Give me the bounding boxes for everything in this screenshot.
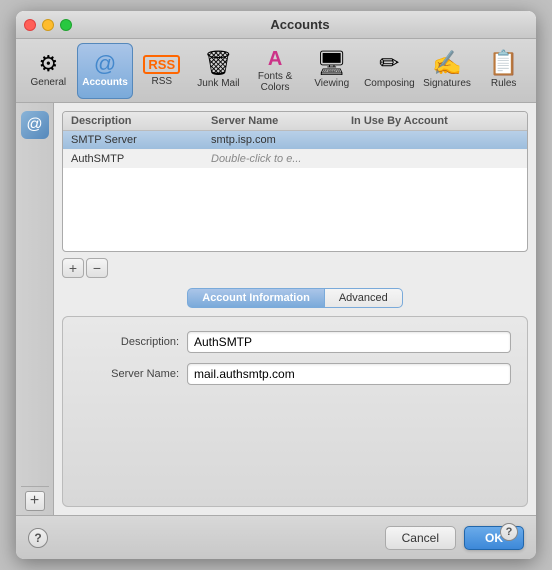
sidebar-bottom: + [21,486,49,515]
toolbar-fonts-colors-label: Fonts & Colors [251,71,300,93]
rules-icon: 📋 [489,52,519,76]
toolbar-viewing[interactable]: 🖥 Viewing [303,43,360,99]
col-header-inuse: In Use By Account [351,115,519,127]
toolbar-fonts-colors[interactable]: A Fonts & Colors [247,43,304,99]
toolbar-rules-label: Rules [491,78,517,89]
rss-icon: RSS [143,55,180,74]
tab-bar: Account Information Advanced [62,288,528,308]
toolbar-junk-mail[interactable]: 🗑 Junk Mail [190,43,247,99]
toolbar-junk-mail-label: Junk Mail [197,78,239,89]
toolbar-rss[interactable]: RSS RSS [133,43,190,99]
toolbar-rules[interactable]: 📋 Rules [475,43,532,99]
tab-advanced[interactable]: Advanced [325,288,403,308]
smtp-table-body: SMTP Server smtp.isp.com AuthSMTP Double… [63,131,527,251]
toolbar-accounts[interactable]: @ Accounts [77,43,134,99]
main-window: Accounts ⚙ General @ Accounts RSS RSS 🗑 … [16,11,536,559]
toolbar-signatures[interactable]: ✍ Signatures [419,43,476,99]
table-row[interactable]: SMTP Server smtp.isp.com [63,131,527,150]
form-panel: Description: Server Name: [62,316,528,507]
minimize-button[interactable] [42,19,54,31]
sidebar-account-icon[interactable]: @ [21,111,49,139]
tab-account-information[interactable]: Account Information [187,288,325,308]
close-button[interactable] [24,19,36,31]
junk-mail-icon: 🗑 [203,52,233,76]
toolbar-general-label: General [31,77,67,88]
add-smtp-button[interactable]: + [62,258,84,278]
toolbar: ⚙ General @ Accounts RSS RSS 🗑 Junk Mail… [16,39,536,103]
maximize-button[interactable] [60,19,72,31]
row-server: Double-click to e... [211,153,351,165]
add-remove-buttons: + − [62,258,528,278]
toolbar-composing-label: Composing [364,78,415,89]
smtp-table: Description Server Name In Use By Accoun… [62,111,528,252]
viewing-icon: 🖥 [317,52,347,76]
general-icon: ⚙ [38,53,58,75]
table-row[interactable]: AuthSMTP Double-click to e... [63,150,527,168]
description-label: Description: [79,336,179,348]
smtp-table-header: Description Server Name In Use By Accoun… [63,112,527,131]
server-name-label: Server Name: [79,368,179,380]
main-content: @ + Description Server Name In Use By Ac… [16,103,536,515]
description-row: Description: [79,331,511,353]
signatures-icon: ✍ [432,52,462,76]
server-name-row: Server Name: [79,363,511,385]
row-description: SMTP Server [71,134,211,146]
row-inuse [351,153,519,165]
right-help-button[interactable]: ? [500,523,518,541]
toolbar-accounts-label: Accounts [82,77,128,88]
remove-smtp-button[interactable]: − [86,258,108,278]
sidebar: @ + [16,103,54,515]
toolbar-viewing-label: Viewing [314,78,349,89]
composing-icon: ✏ [379,52,399,76]
cancel-button[interactable]: Cancel [385,526,456,550]
fonts-colors-icon: A [268,49,282,69]
row-description: AuthSMTP [71,153,211,165]
toolbar-general[interactable]: ⚙ General [20,43,77,99]
titlebar: Accounts [16,11,536,39]
description-input[interactable] [187,331,511,353]
traffic-lights [24,19,72,31]
row-server: smtp.isp.com [211,134,351,146]
sidebar-add-button[interactable]: + [25,491,45,511]
toolbar-composing[interactable]: ✏ Composing [360,43,419,99]
accounts-icon: @ [94,53,116,75]
server-name-input[interactable] [187,363,511,385]
help-button[interactable]: ? [28,528,48,548]
right-panel: Description Server Name In Use By Accoun… [54,103,536,515]
bottom-bar: ? Cancel OK [16,515,536,559]
toolbar-rss-label: RSS [151,76,172,87]
col-header-server: Server Name [211,115,351,127]
toolbar-signatures-label: Signatures [423,78,471,89]
window-title: Accounts [72,17,528,32]
row-inuse [351,134,519,146]
col-header-description: Description [71,115,211,127]
